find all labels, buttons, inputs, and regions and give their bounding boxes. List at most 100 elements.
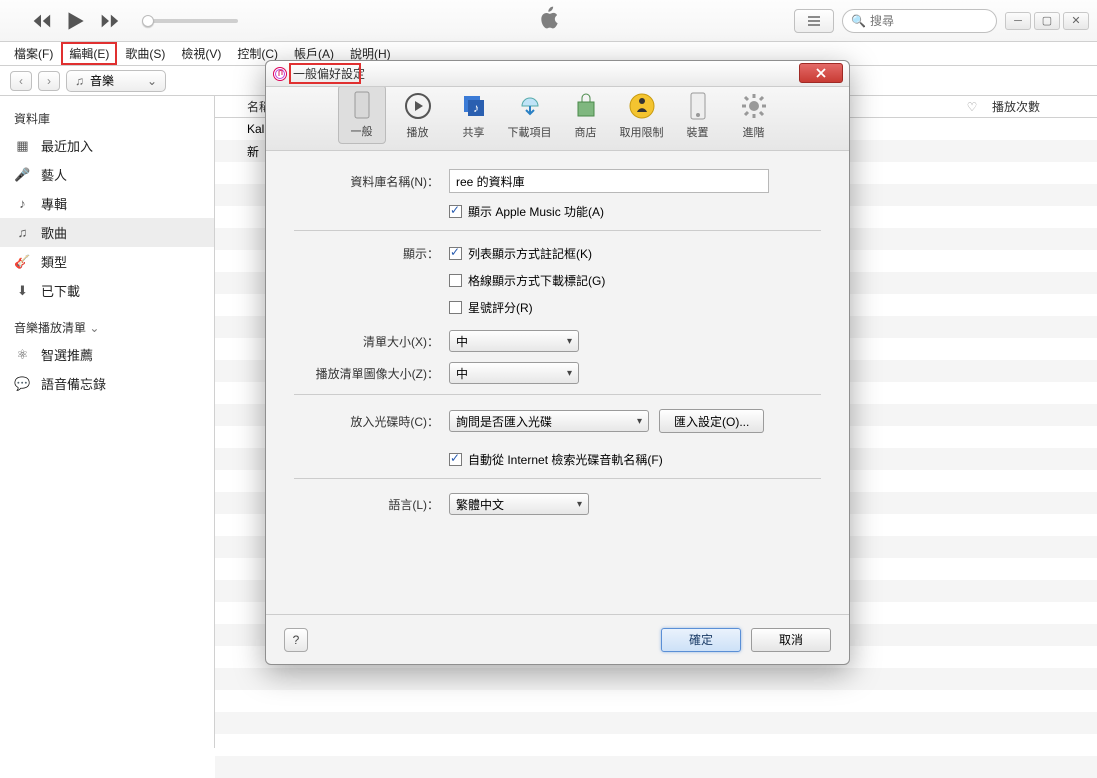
column-love[interactable]: ♡ bbox=[952, 100, 992, 114]
column-plays[interactable]: 播放次數 bbox=[992, 98, 1097, 115]
search-icon: 🔍 bbox=[851, 14, 866, 28]
forward-button[interactable]: › bbox=[38, 71, 60, 91]
dialog-close-button[interactable] bbox=[799, 63, 843, 83]
checkbox-icon bbox=[449, 274, 462, 287]
dialog-titlebar[interactable]: 一般偏好設定 bbox=[266, 61, 849, 87]
svg-text:♪: ♪ bbox=[473, 101, 479, 115]
previous-button[interactable] bbox=[30, 10, 52, 32]
itunes-icon bbox=[272, 66, 288, 82]
auto-cddb-checkbox[interactable]: 自動從 Internet 檢索光碟音軌名稱(F) bbox=[449, 451, 663, 468]
menu-0[interactable]: 檔案(F) bbox=[6, 42, 61, 65]
sidebar-heading-playlist: 音樂播放清單 ⌄ bbox=[0, 315, 214, 340]
playlist-image-size-label: 播放清單圖像大小(Z)： bbox=[294, 365, 449, 382]
search-input[interactable]: 🔍 bbox=[842, 9, 997, 33]
tab-icon: ♪ bbox=[460, 91, 488, 121]
menu-2[interactable]: 歌曲(S) bbox=[117, 42, 173, 65]
download-icon: ⬇ bbox=[14, 283, 31, 299]
next-button[interactable] bbox=[98, 10, 120, 32]
tab-4[interactable]: 商店 bbox=[562, 87, 610, 144]
artist-icon: 🎤 bbox=[14, 167, 31, 183]
import-settings-button[interactable]: 匯入設定(O)... bbox=[659, 409, 764, 433]
sidebar-item-genre[interactable]: 🎸類型 bbox=[0, 247, 214, 276]
sidebar-item-song[interactable]: ♫歌曲 bbox=[0, 218, 214, 247]
tab-icon bbox=[573, 91, 599, 121]
sidebar-item-memo[interactable]: 💬語音備忘錄 bbox=[0, 369, 214, 398]
tab-icon bbox=[404, 91, 432, 121]
help-button[interactable]: ? bbox=[284, 628, 308, 652]
chevron-down-icon: ⌄ bbox=[89, 321, 99, 335]
album-icon: ♪ bbox=[14, 196, 31, 211]
sidebar-heading-library: 資料庫 bbox=[0, 106, 214, 131]
playback-controls bbox=[0, 8, 238, 34]
tab-icon bbox=[349, 90, 375, 120]
music-icon: ♫ bbox=[75, 74, 84, 88]
genius-icon: ⚛ bbox=[14, 347, 31, 363]
volume-slider[interactable] bbox=[148, 19, 238, 23]
menu-1[interactable]: 編輯(E) bbox=[61, 42, 117, 65]
tab-1[interactable]: 播放 bbox=[394, 87, 442, 144]
language-select[interactable]: 繁體中文 ▾ bbox=[449, 493, 589, 515]
list-checkboxes-checkbox[interactable]: 列表顯示方式註記框(K) bbox=[449, 245, 592, 262]
cancel-button[interactable]: 取消 bbox=[751, 628, 831, 652]
sidebar-item-album[interactable]: ♪專輯 bbox=[0, 189, 214, 218]
list-size-label: 清單大小(X)： bbox=[294, 333, 449, 350]
divider bbox=[294, 230, 821, 231]
ok-button[interactable]: 確定 bbox=[661, 628, 741, 652]
window-controls: ─ ▢ ✕ bbox=[1005, 12, 1089, 30]
grid-download-checkbox[interactable]: 格線顯示方式下載標記(G) bbox=[449, 272, 605, 289]
search-field[interactable] bbox=[870, 14, 988, 28]
library-selector[interactable]: ♫ 音樂 ⌄ bbox=[66, 70, 166, 92]
sidebar-item-artist[interactable]: 🎤藝人 bbox=[0, 160, 214, 189]
star-rating-checkbox[interactable]: 星號評分(R) bbox=[449, 299, 533, 316]
tab-0[interactable]: 一般 bbox=[338, 85, 386, 144]
sidebar-item-download[interactable]: ⬇已下載 bbox=[0, 276, 214, 305]
caret-icon: ▾ bbox=[567, 336, 572, 347]
divider bbox=[294, 478, 821, 479]
playlist-image-size-select[interactable]: 中 ▾ bbox=[449, 362, 579, 384]
display-label: 顯示： bbox=[294, 245, 449, 262]
cd-insert-select[interactable]: 詢問是否匯入光碟 ▾ bbox=[449, 410, 649, 432]
sidebar-item-recent[interactable]: ▦最近加入 bbox=[0, 131, 214, 160]
memo-icon: 💬 bbox=[14, 376, 31, 392]
recent-icon: ▦ bbox=[14, 138, 31, 154]
caret-icon: ▾ bbox=[567, 368, 572, 379]
tab-6[interactable]: 裝置 bbox=[674, 87, 722, 144]
list-size-select[interactable]: 中 ▾ bbox=[449, 330, 579, 352]
checkbox-icon bbox=[449, 247, 462, 260]
list-view-button[interactable] bbox=[794, 9, 834, 33]
song-icon: ♫ bbox=[14, 225, 31, 240]
chevron-icon: ⌄ bbox=[147, 74, 157, 88]
show-apple-music-checkbox[interactable]: 顯示 Apple Music 功能(A) bbox=[449, 203, 604, 220]
back-button[interactable]: ‹ bbox=[10, 71, 32, 91]
dialog-tabs: 一般播放♪共享下載項目商店取用限制裝置進階 bbox=[266, 87, 849, 151]
menu-3[interactable]: 檢視(V) bbox=[173, 42, 229, 65]
checkbox-icon bbox=[449, 205, 462, 218]
dialog-form: 資料庫名稱(N)： 顯示 Apple Music 功能(A) 顯示： 列表顯示方… bbox=[266, 151, 849, 614]
checkbox-icon bbox=[449, 453, 462, 466]
tab-icon bbox=[628, 91, 656, 121]
tab-icon bbox=[688, 91, 708, 121]
toolbar-right: 🔍 ─ ▢ ✕ bbox=[794, 9, 1089, 33]
minimize-button[interactable]: ─ bbox=[1005, 12, 1031, 30]
dialog-footer: ? 確定 取消 bbox=[266, 614, 849, 664]
tab-7[interactable]: 進階 bbox=[730, 87, 778, 144]
tab-5[interactable]: 取用限制 bbox=[618, 87, 666, 144]
tab-3[interactable]: 下載項目 bbox=[506, 87, 554, 144]
tab-2[interactable]: ♪共享 bbox=[450, 87, 498, 144]
language-label: 語言(L)： bbox=[294, 496, 449, 513]
dialog-title: 一般偏好設定 bbox=[293, 65, 365, 82]
play-button[interactable] bbox=[62, 8, 88, 34]
library-selector-label: 音樂 bbox=[90, 72, 114, 89]
close-button[interactable]: ✕ bbox=[1063, 12, 1089, 30]
tab-icon bbox=[516, 91, 544, 121]
caret-icon: ▾ bbox=[577, 499, 582, 510]
caret-icon: ▾ bbox=[637, 416, 642, 427]
checkbox-icon bbox=[449, 301, 462, 314]
preferences-dialog: 一般偏好設定 一般播放♪共享下載項目商店取用限制裝置進階 資料庫名稱(N)： 顯… bbox=[265, 60, 850, 665]
sidebar-item-genius[interactable]: ⚛智選推薦 bbox=[0, 340, 214, 369]
maximize-button[interactable]: ▢ bbox=[1034, 12, 1060, 30]
sidebar: 資料庫 ▦最近加入🎤藝人♪專輯♫歌曲🎸類型⬇已下載 音樂播放清單 ⌄ ⚛智選推薦… bbox=[0, 96, 215, 748]
cd-insert-label: 放入光碟時(C)： bbox=[294, 413, 449, 430]
library-name-input[interactable] bbox=[449, 169, 769, 193]
tab-icon bbox=[740, 91, 768, 121]
